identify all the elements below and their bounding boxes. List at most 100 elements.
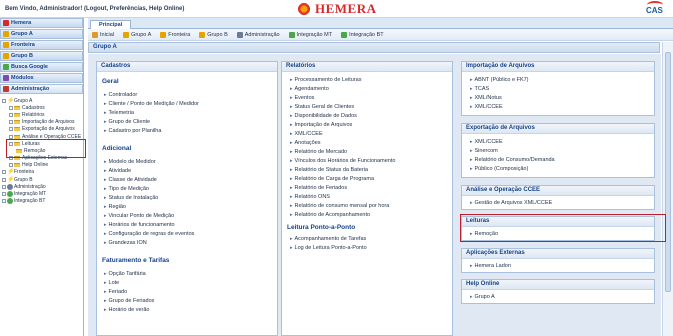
accordion-grupo-a[interactable]: Grupo A [0,29,83,39]
link-relatorio-de-consumo-mensal-por-hora[interactable]: ▸ Relatório de consumo mensal por hora [282,201,452,210]
expand-toggle-icon[interactable] [9,112,13,117]
link-abnt-publico-e-fk7[interactable]: ▸ ABNT (Público e FK7) [462,75,654,84]
link-processamento-de-leituras[interactable]: ▸ Processamento de Leituras [282,75,452,84]
bullet-arrow-icon: ▸ [104,306,107,313]
link-relatorio-ons[interactable]: ▸ Relatório ONS [282,192,452,201]
accordion-hemera[interactable]: Hemera [0,18,83,28]
link-relatorio-de-mercado[interactable]: ▸ Relatório de Mercado [282,147,452,156]
toolbar-fronteira[interactable]: Fronteira [160,31,190,38]
tree-node-integracao-mt[interactable]: Integração MT [2,190,83,198]
link-vinculos-dos-horarios-de-funcionamento[interactable]: ▸ Vínculos dos Horários de Funcionamento [282,156,452,165]
vertical-scrollbar[interactable] [662,42,673,336]
link-xml-ccee[interactable]: ▸ XML/CCEE [462,137,654,146]
accordion-busca-google[interactable]: Busca Google [0,62,83,72]
link-xml-ccee[interactable]: ▸ XML/CCEE [282,129,452,138]
tab-principal[interactable]: Principal [90,20,132,29]
link-xml-notus[interactable]: ▸ XML/Notus [462,93,654,102]
link-log-de-leitura-ponto-a-ponto[interactable]: ▸ Log de Leitura Ponto-a-Ponto [282,243,452,252]
link-grupo-de-cliente[interactable]: ▸ Grupo de Cliente [97,117,277,126]
expand-toggle-icon[interactable] [2,170,6,175]
expand-toggle-icon[interactable] [9,120,13,125]
link-relatorio-de-carga-de-programa[interactable]: ▸ Relatório de Carga de Programa [282,174,452,183]
tree-node-grupo-b[interactable]: ⚡ Grupo B [2,176,83,183]
expand-toggle-icon[interactable] [9,127,13,132]
tree-node-fronteira[interactable]: ⚡ Fronteira [2,169,83,176]
toolbar-grupo-a[interactable]: Grupo A [123,31,151,38]
link-relatorio-de-acompanhamento[interactable]: ▸ Relatório de Acompanhamento [282,210,452,219]
accordion-modulos[interactable]: Módulos [0,73,83,83]
link-status-de-instalacao[interactable]: ▸ Status de Instalação [97,193,277,202]
accordion-grupo-b[interactable]: Grupo B [0,51,83,61]
toolbar-grupo-b[interactable]: Grupo B [199,31,228,38]
link-sinercom[interactable]: ▸ Sinercom [462,146,654,155]
tree-node-importacao-de-arquivos[interactable]: Importação de Arquivos [2,119,83,126]
expand-toggle-icon[interactable] [2,98,6,103]
tree-node-cadastros[interactable]: Cadastros [2,104,83,111]
link-grupo-de-feriados[interactable]: ▸ Grupo de Feriados [97,296,277,305]
tree-node-integracao-bt[interactable]: Integração BT [2,198,83,205]
expand-toggle-icon[interactable] [2,177,6,182]
link-agendamento[interactable]: ▸ Agendamento [282,84,452,93]
link-horario-de-verao[interactable]: ▸ Horário de verão [97,305,277,314]
link-label: Anotações [294,139,321,146]
expand-toggle-icon[interactable] [9,134,13,139]
link-telemetria[interactable]: ▸ Telemetria [97,108,277,117]
link-relatorio-de-status-da-bateria[interactable]: ▸ Relatório de Status da Bateria [282,165,452,174]
link-gestao-de-arquivos-xml-ccee[interactable]: ▸ Gestão de Arquivos XML/CCEE [462,198,654,207]
link-modelo-de-medidor[interactable]: ▸ Modelo de Medidor [97,157,277,166]
scrollbar-thumb[interactable] [665,52,671,292]
expand-toggle-icon[interactable] [9,163,13,168]
accordion-fronteira[interactable]: Fronteira [0,40,83,50]
expand-toggle-icon[interactable] [2,199,6,204]
link-configuracao-de-regras-de-eventos[interactable]: ▸ Configuração de regras de eventos [97,229,277,238]
link-tipo-de-medicao[interactable]: ▸ Tipo de Medição [97,184,277,193]
bullet-arrow-icon: ▸ [104,230,107,237]
integracao-mt-icon [288,31,295,38]
link-xml-ccee[interactable]: ▸ XML/CCEE [462,102,654,111]
link-relatorio-de-feriados[interactable]: ▸ Relatório de Feriados [282,183,452,192]
welcome-text[interactable]: Bem Vindo, Administrador! (Logout, Prefe… [5,6,184,12]
link-relatorio-de-consumo-demanda[interactable]: ▸ Relatório de Consumo/Demanda [462,155,654,164]
link-tcas[interactable]: ▸ TCAS [462,84,654,93]
expand-toggle-icon[interactable] [2,184,6,189]
link-opcao-tarifaria[interactable]: ▸ Opção Tarifária [97,269,277,278]
toolbar-integracao-mt[interactable]: Integração MT [288,31,332,38]
bolt-icon: ⚡ [7,176,15,183]
link-publico-composicao[interactable]: ▸ Público (Composição) [462,164,654,173]
link-vincular-ponto-de-medicao[interactable]: ▸ Vincular Ponto de Medição [97,211,277,220]
panel-relatorios-title: Relatórios [282,62,452,72]
link-horarios-de-funcionamento[interactable]: ▸ Horários de funcionamento [97,220,277,229]
toolbar-administracao[interactable]: Administração [236,31,280,38]
tree-node-help-online[interactable]: Help Online [2,162,83,169]
tree-node-grupo-a[interactable]: ⚡ Grupo A [2,97,83,104]
link-regiao[interactable]: ▸ Região [97,202,277,211]
tree-node-exportacao-de-arquivos[interactable]: Exportação de Arquivos [2,126,83,133]
link-lote[interactable]: ▸ Lote [97,278,277,287]
expand-toggle-icon[interactable] [2,192,6,197]
link-label: Feriado [108,288,128,295]
link-controlador[interactable]: ▸ Controlador [97,90,277,99]
link-importacao-de-arquivos[interactable]: ▸ Importação de Arquivos [282,120,452,129]
accordion-administracao[interactable]: Administração [0,84,83,94]
link-disponibilidade-de-dados[interactable]: ▸ Disponibilidade de Dados [282,111,452,120]
link-cadastro-por-planilha[interactable]: ▸ Cadastro por Planilha [97,126,277,135]
link-grandezas-ion[interactable]: ▸ Grandezas ION [97,238,277,247]
leituras-highlight [6,139,86,158]
link-feriado[interactable]: ▸ Feriado [97,287,277,296]
tree-node-relatorios[interactable]: Relatórios [2,111,83,118]
link-anotacoes[interactable]: ▸ Anotações [282,138,452,147]
link-grupo-a[interactable]: ▸ Grupo A [462,292,654,301]
link-classe-de-atividade[interactable]: ▸ Classe de Atividade [97,175,277,184]
expand-toggle-icon[interactable] [9,105,13,110]
link-hemera-ladon[interactable]: ▸ Hemera Ladon [462,261,654,270]
toolbar-integracao-bt[interactable]: Integração BT [341,31,384,38]
link-eventos[interactable]: ▸ Eventos [282,93,452,102]
link-cliente-ponto-de-medicao-medidor[interactable]: ▸ Cliente / Ponto de Medição / Medidor [97,99,277,108]
link-acompanhamento-de-tarefas[interactable]: ▸ Acompanhamento de Tarefas [282,234,452,243]
section-adicional-title: Adicional [102,145,132,152]
toolbar-inicial[interactable]: Inicial [92,31,114,38]
link-label: Relatório de Feriados [294,184,348,191]
link-status-geral-de-clientes[interactable]: ▸ Status Geral de Clientes [282,102,452,111]
link-atividade[interactable]: ▸ Atividade [97,166,277,175]
tree-node-administracao[interactable]: Administração [2,183,83,190]
